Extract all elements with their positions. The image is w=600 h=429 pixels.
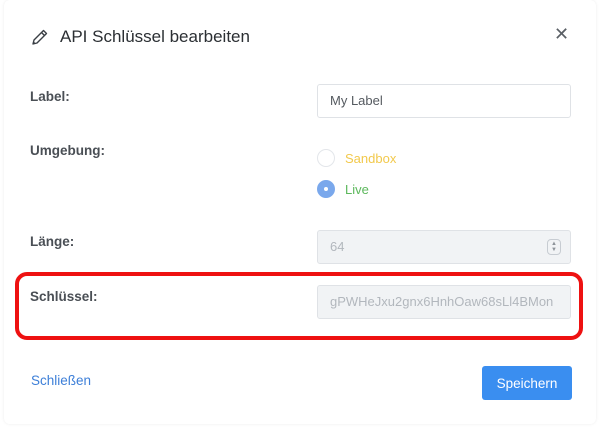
length-value: 64 <box>330 239 345 254</box>
live-radio-label[interactable]: Live <box>345 182 369 197</box>
sandbox-radio-button[interactable] <box>317 149 335 167</box>
label-field-label: Label: <box>30 89 70 104</box>
environment-field-label: Umgebung: <box>30 143 105 158</box>
pencil-icon <box>32 29 48 45</box>
sandbox-radio-label[interactable]: Sandbox <box>345 151 396 166</box>
close-icon[interactable]: ✕ <box>554 24 569 44</box>
label-input[interactable]: My Label <box>317 84 571 118</box>
length-field-label: Länge: <box>30 234 75 249</box>
live-radio-button[interactable] <box>317 180 335 198</box>
length-input: 64 ▲ ▼ <box>317 230 571 264</box>
number-spinner-icon: ▲ ▼ <box>547 239 561 255</box>
save-button[interactable]: Speichern <box>482 366 572 400</box>
radio-sandbox[interactable]: Sandbox <box>317 149 396 167</box>
key-field-label: Schlüssel: <box>30 289 98 304</box>
key-input: gPWHeJxu2gnx6HnhOaw68sLl4BMon <box>317 285 571 319</box>
edit-api-key-dialog: API Schlüssel bearbeiten ✕ Label: My Lab… <box>4 0 596 424</box>
dialog-title: API Schlüssel bearbeiten <box>60 27 250 46</box>
dialog-header: API Schlüssel bearbeiten <box>30 24 570 50</box>
close-link[interactable]: Schließen <box>31 373 91 388</box>
radio-live[interactable]: Live <box>317 180 369 198</box>
